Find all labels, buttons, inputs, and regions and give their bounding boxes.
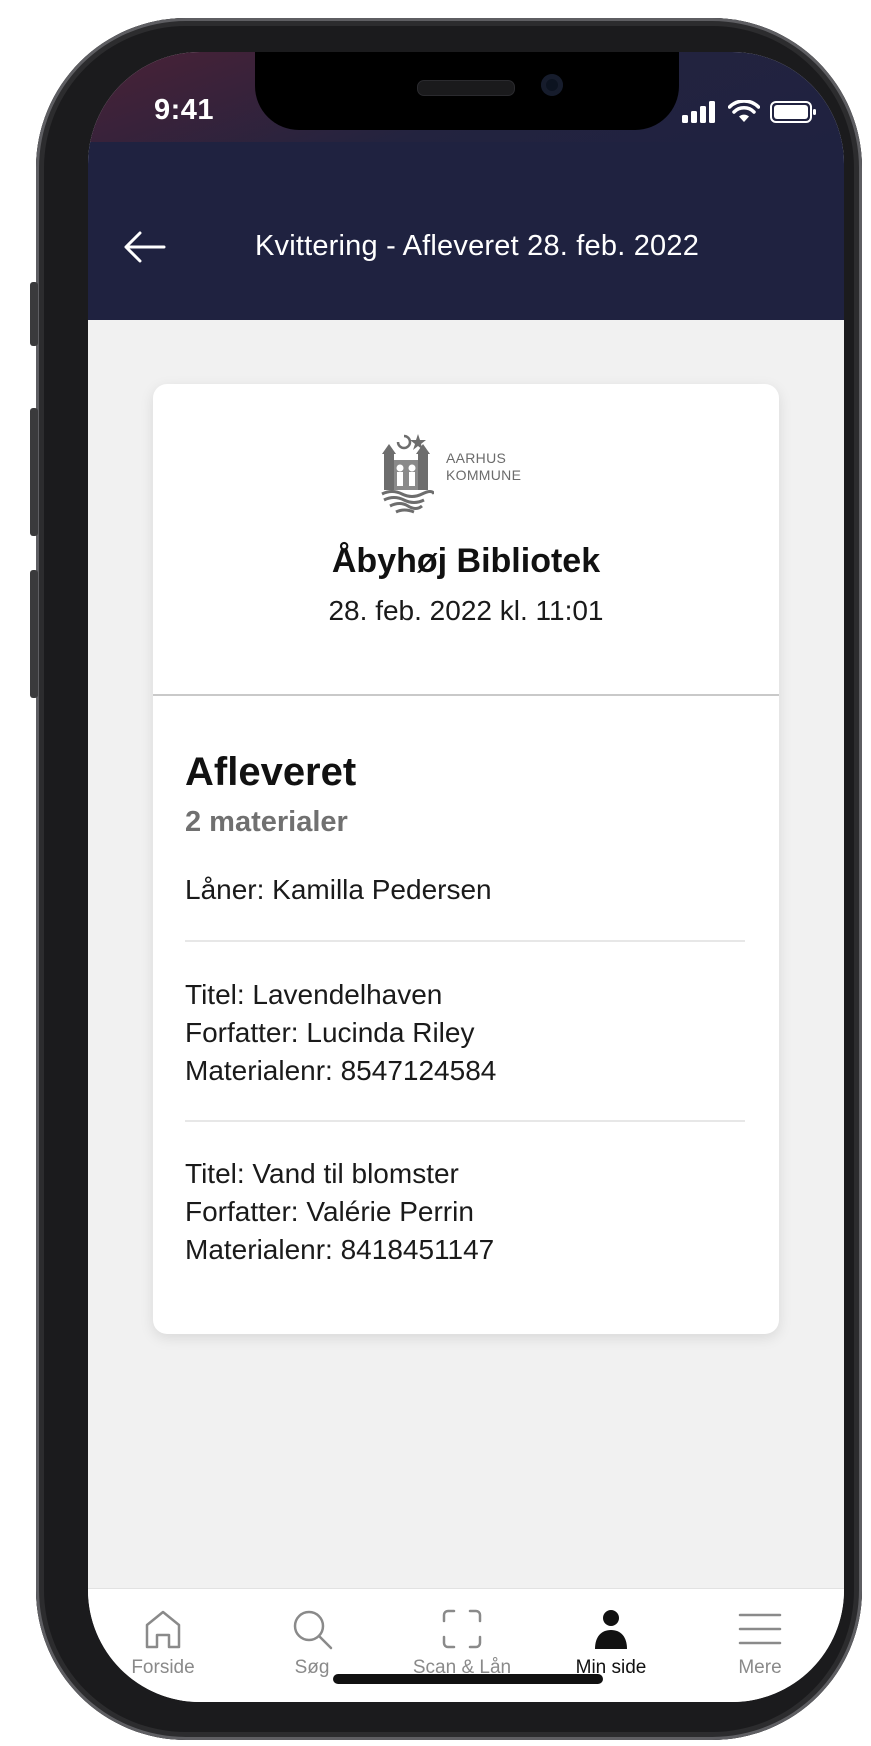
borrower-name: Låner: Kamilla Pedersen [185,874,492,905]
item-author: Forfatter: Valérie Perrin [185,1196,474,1227]
logo-line-1: AARHUS [446,450,507,466]
main-content: AARHUS KOMMUNE Åbyhøj Bibliotek 28. feb.… [88,320,844,1588]
phone-screen: 9:41 Kvittering - Afleveret 28. feb. 202… [88,52,844,1702]
logo-line-2: KOMMUNE [446,467,522,483]
search-icon [293,1610,333,1650]
phone-volume-up-button [30,408,38,536]
item-title: Titel: Vand til blomster [185,1158,459,1189]
notch [255,52,679,130]
receipt-datetime: 28. feb. 2022 kl. 11:01 [328,595,604,626]
wifi-icon [728,100,760,122]
item-number: Materialenr: 8418451147 [185,1234,495,1265]
section-title: Afleveret [185,750,357,794]
battery-icon [770,101,816,123]
phone-silent-switch [30,282,38,346]
app-header: Kvittering - Afleveret 28. feb. 2022 [88,142,844,320]
city-seal-icon [381,434,434,514]
item-number: Materialenr: 8547124584 [185,1055,497,1086]
materials-count: 2 materialer [185,806,348,838]
card-divider [153,694,779,696]
tab-bar: Forside Søg Scan & Lån Min side Mere [88,1588,844,1702]
status-bar: 9:41 [88,52,844,142]
list-item: Titel: Lavendelhaven Forfatter: Lucinda … [185,976,496,1090]
tab-label: Mere [738,1657,782,1678]
logo-wordmark: AARHUS KOMMUNE [446,450,521,484]
item-title: Titel: Lavendelhaven [185,979,443,1010]
row-divider [185,1120,745,1122]
menu-icon [738,1613,782,1645]
status-time: 9:41 [154,94,215,126]
list-item: Titel: Vand til blomster Forfatter: Valé… [185,1155,494,1269]
item-author: Forfatter: Lucinda Riley [185,1017,475,1048]
tab-label: Forside [131,1657,195,1678]
cellular-signal-icon [682,101,715,123]
tab-mere[interactable]: Mere [700,1599,820,1689]
scan-icon [442,1609,482,1649]
person-icon [595,1610,627,1649]
status-icons [682,100,816,124]
receipt-card: AARHUS KOMMUNE Åbyhøj Bibliotek 28. feb.… [153,384,779,1334]
home-indicator[interactable] [333,1674,603,1684]
speaker-grille [417,80,515,96]
row-divider [185,940,745,942]
tab-forside[interactable]: Forside [103,1599,223,1689]
home-icon [145,1610,181,1649]
library-name: Åbyhøj Bibliotek [331,542,601,580]
page-title: Kvittering - Afleveret 28. feb. 2022 [254,230,700,262]
aarhus-kommune-logo: AARHUS KOMMUNE [378,432,558,522]
phone-volume-down-button [30,570,38,698]
front-camera [541,74,563,96]
